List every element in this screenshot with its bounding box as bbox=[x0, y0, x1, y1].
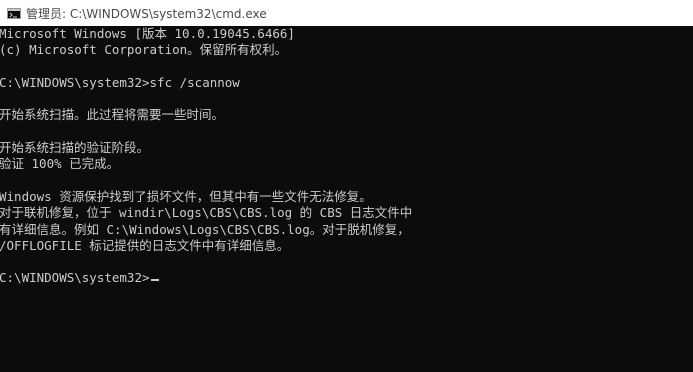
window-title: 管理员: C:\WINDOWS\system32\cmd.exe bbox=[26, 6, 267, 21]
console-line: Microsoft Windows [版本 10.0.19045.6466] bbox=[0, 26, 295, 41]
console-line: (c) Microsoft Corporation。保留所有权利。 bbox=[0, 42, 288, 58]
prompt-line[interactable]: C:\WINDOWS\system32> bbox=[0, 270, 693, 286]
console-line: 有详细信息。例如 C:\Windows\Logs\CBS\CBS.log。对于脱… bbox=[0, 221, 410, 237]
console-line: 开始系统扫描。此过程将需要一些时间。 bbox=[0, 107, 225, 123]
title-bar[interactable]: 管理员: C:\WINDOWS\system32\cmd.exe bbox=[0, 0, 693, 26]
cmd-icon bbox=[7, 7, 21, 19]
console-line: 对于联机修复，位于 windir\Logs\CBS\CBS.log 的 CBS … bbox=[0, 205, 413, 221]
console-line: 验证 100% 已完成。 bbox=[0, 156, 120, 172]
console-line: Windows 资源保护找到了损坏文件，但其中有一些文件无法修复。 bbox=[0, 188, 372, 204]
console-line: /OFFLOGFILE 标记提供的日志文件中有详细信息。 bbox=[0, 237, 290, 253]
console-output[interactable]: Microsoft Windows [版本 10.0.19045.6466] (… bbox=[0, 26, 693, 372]
cmd-window: 管理员: C:\WINDOWS\system32\cmd.exe Microso… bbox=[0, 0, 693, 372]
command-prompt: C:\WINDOWS\system32> bbox=[0, 270, 150, 286]
text-cursor bbox=[150, 279, 159, 282]
console-line: C:\WINDOWS\system32>sfc /scannow bbox=[0, 74, 240, 90]
console-line: 开始系统扫描的验证阶段。 bbox=[0, 140, 150, 156]
